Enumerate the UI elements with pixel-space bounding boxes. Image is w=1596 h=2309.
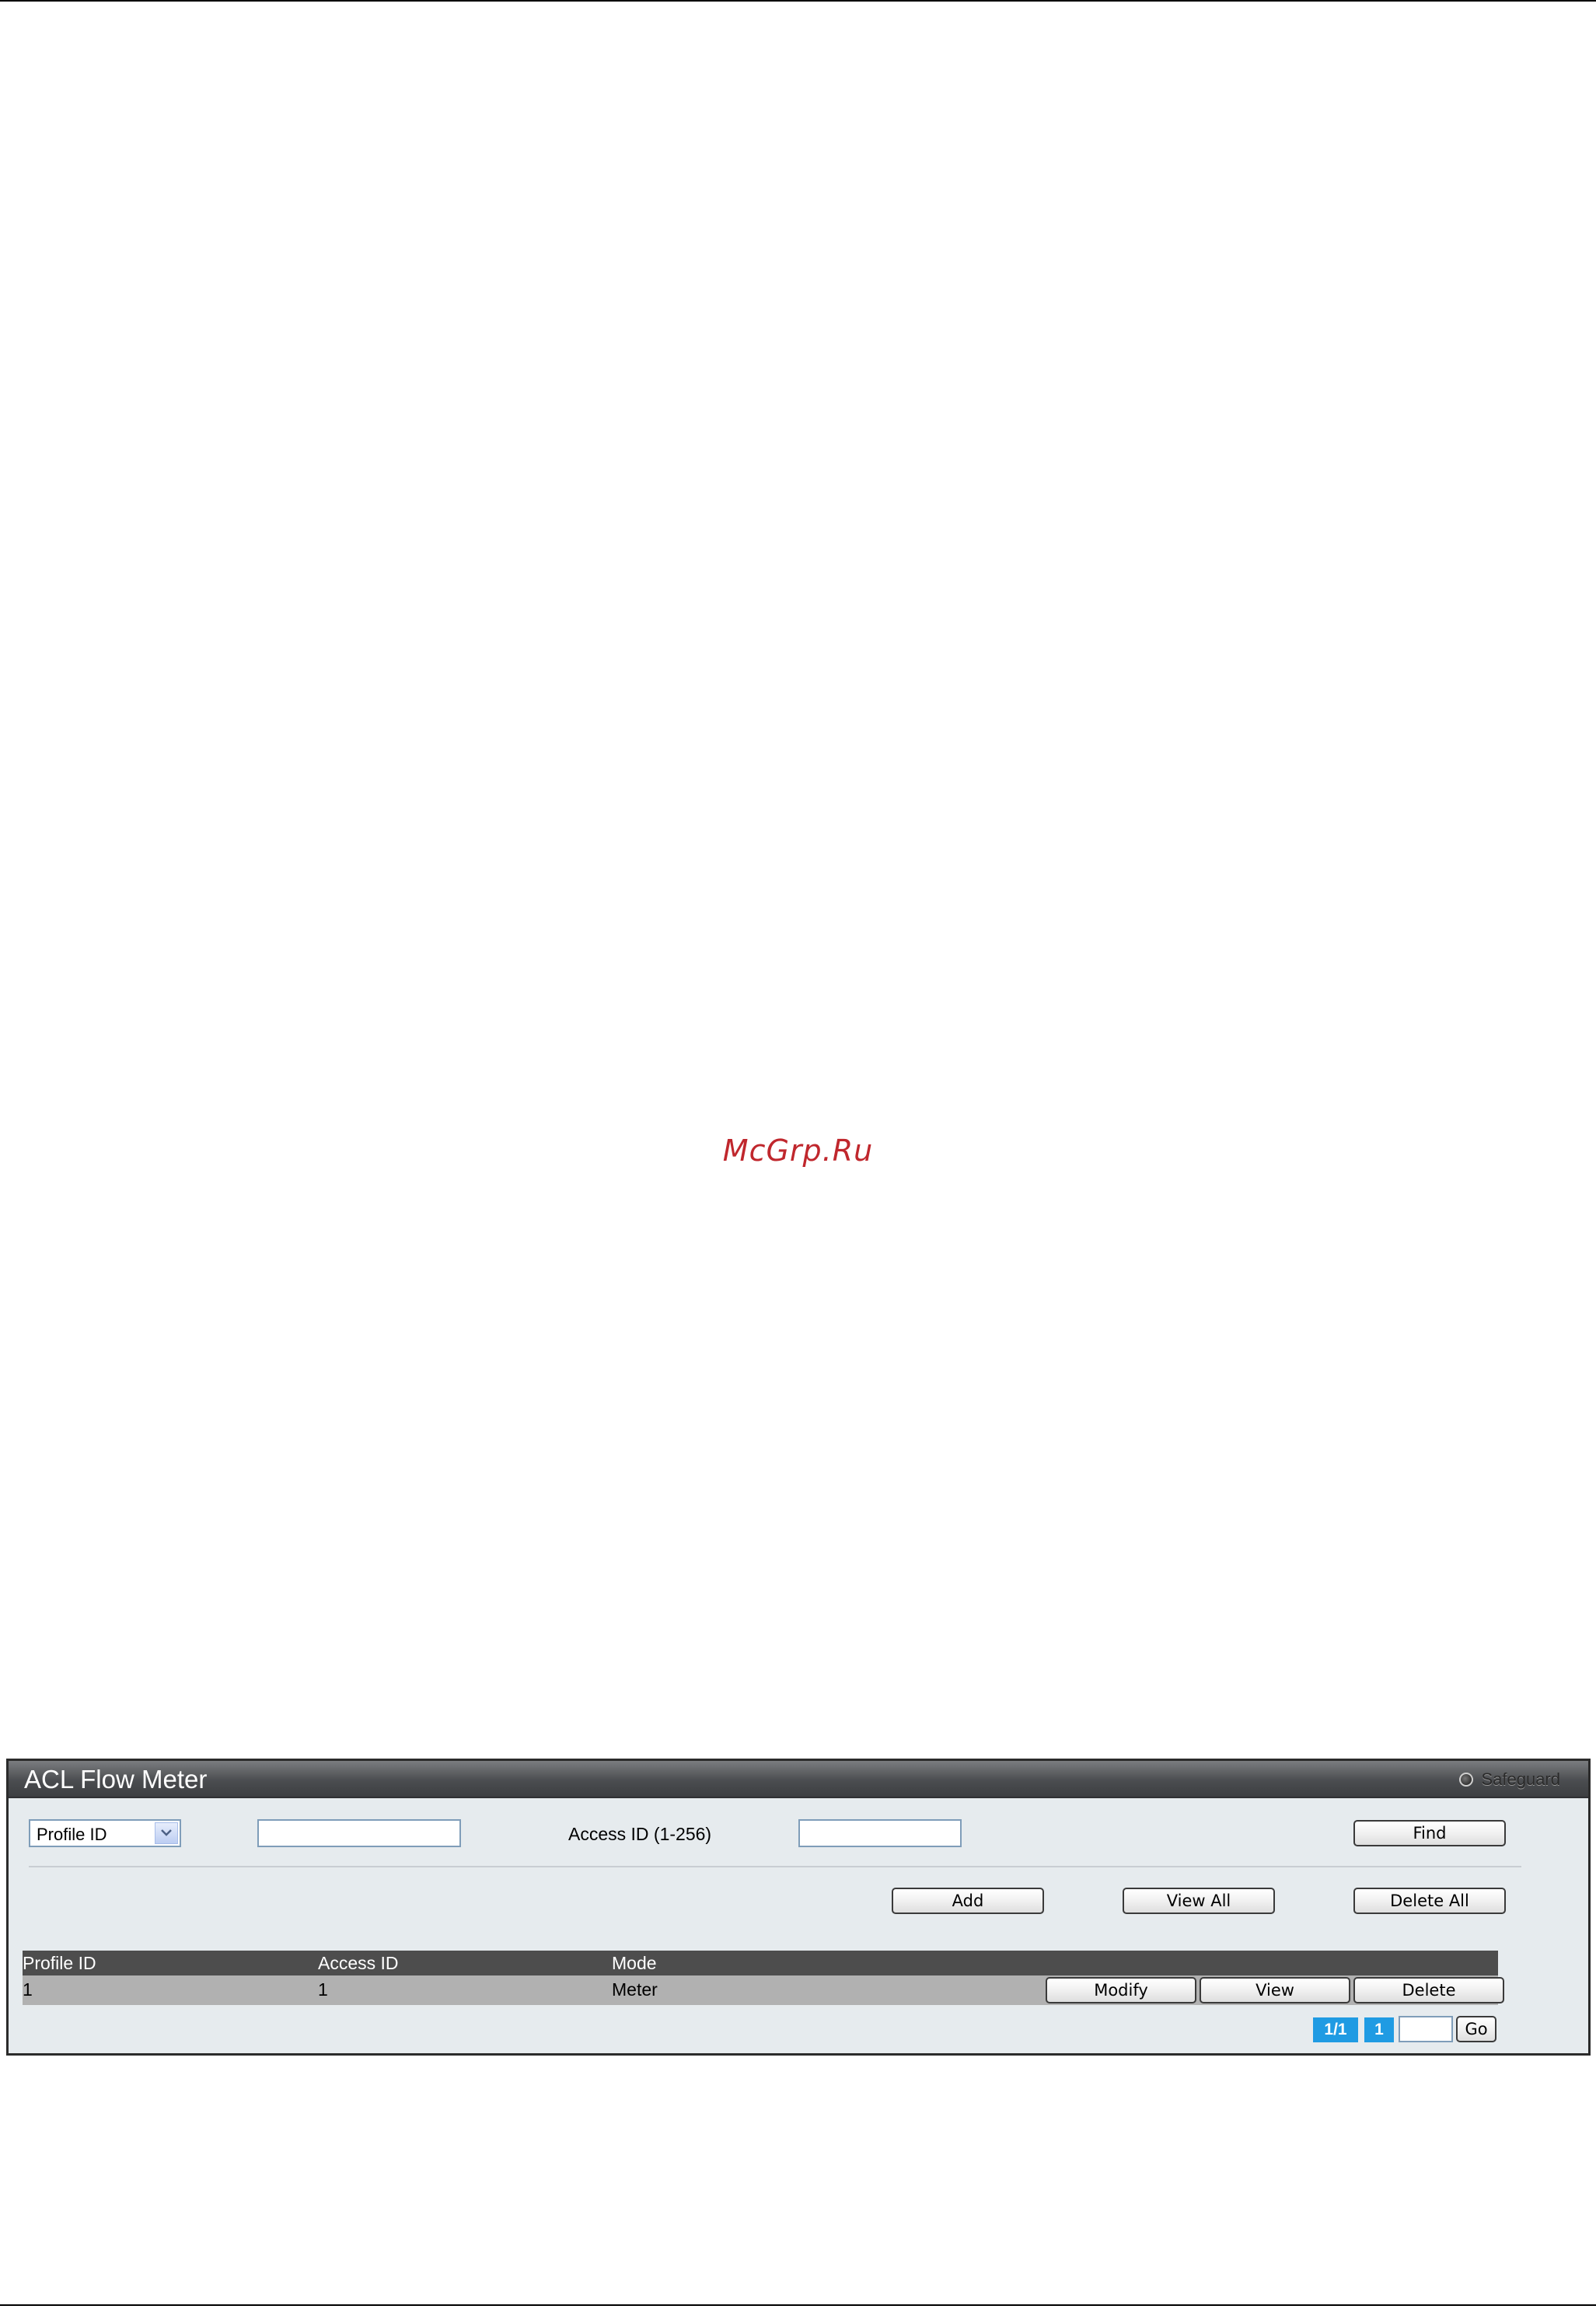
search-type-value: Profile ID xyxy=(37,1825,107,1844)
cell-profile-id: 1 xyxy=(23,1979,33,2000)
access-id-label: Access ID (1-256) xyxy=(568,1824,712,1844)
panel-header: ACL Flow Meter Safeguard xyxy=(9,1761,1588,1798)
manual-page: McGrp.Ru ACL Flow Meter Safeguard Profil… xyxy=(0,0,1596,2309)
access-id-input[interactable] xyxy=(798,1819,962,1847)
safeguard-status-icon xyxy=(1459,1773,1474,1787)
column-header-profile-id: Profile ID xyxy=(23,1953,96,1973)
profile-id-input[interactable] xyxy=(257,1819,461,1847)
safeguard-label: Safeguard xyxy=(1481,1769,1560,1789)
watermark: McGrp.Ru xyxy=(722,1134,874,1168)
go-button[interactable]: Go xyxy=(1456,2016,1496,2042)
table-row: 1 1 Meter Modify View Delete xyxy=(23,1975,1504,2005)
page-number-input[interactable] xyxy=(1399,2016,1453,2042)
safeguard-indicator[interactable]: Safeguard xyxy=(1459,1769,1560,1790)
add-button[interactable]: Add xyxy=(892,1888,1044,1914)
table-header: Profile ID Access ID Mode xyxy=(23,1951,1498,1975)
separator xyxy=(29,1866,1521,1867)
modify-button[interactable]: Modify xyxy=(1046,1977,1196,2003)
delete-all-button[interactable]: Delete All xyxy=(1353,1888,1506,1914)
page-count-badge: 1/1 xyxy=(1313,2017,1358,2042)
cell-access-id: 1 xyxy=(318,1979,328,2000)
column-header-mode: Mode xyxy=(612,1953,657,1973)
cell-mode: Meter xyxy=(612,1979,658,2000)
view-all-button[interactable]: View All xyxy=(1123,1888,1275,1914)
chevron-down-icon[interactable] xyxy=(155,1822,178,1844)
column-header-access-id: Access ID xyxy=(318,1953,399,1973)
acl-flow-meter-panel: ACL Flow Meter Safeguard Profile ID Acce… xyxy=(6,1759,1591,2056)
view-button[interactable]: View xyxy=(1200,1977,1350,2003)
search-type-select[interactable]: Profile ID xyxy=(29,1819,181,1847)
flow-meter-table: Profile ID Access ID Mode 1 1 Meter Modi… xyxy=(23,1951,1504,2005)
find-button[interactable]: Find xyxy=(1353,1820,1506,1846)
delete-button[interactable]: Delete xyxy=(1353,1977,1504,2003)
page-1-link[interactable]: 1 xyxy=(1364,2017,1394,2042)
top-rule xyxy=(0,0,1596,2)
panel-title: ACL Flow Meter xyxy=(24,1765,208,1794)
bottom-rule xyxy=(0,2304,1596,2306)
